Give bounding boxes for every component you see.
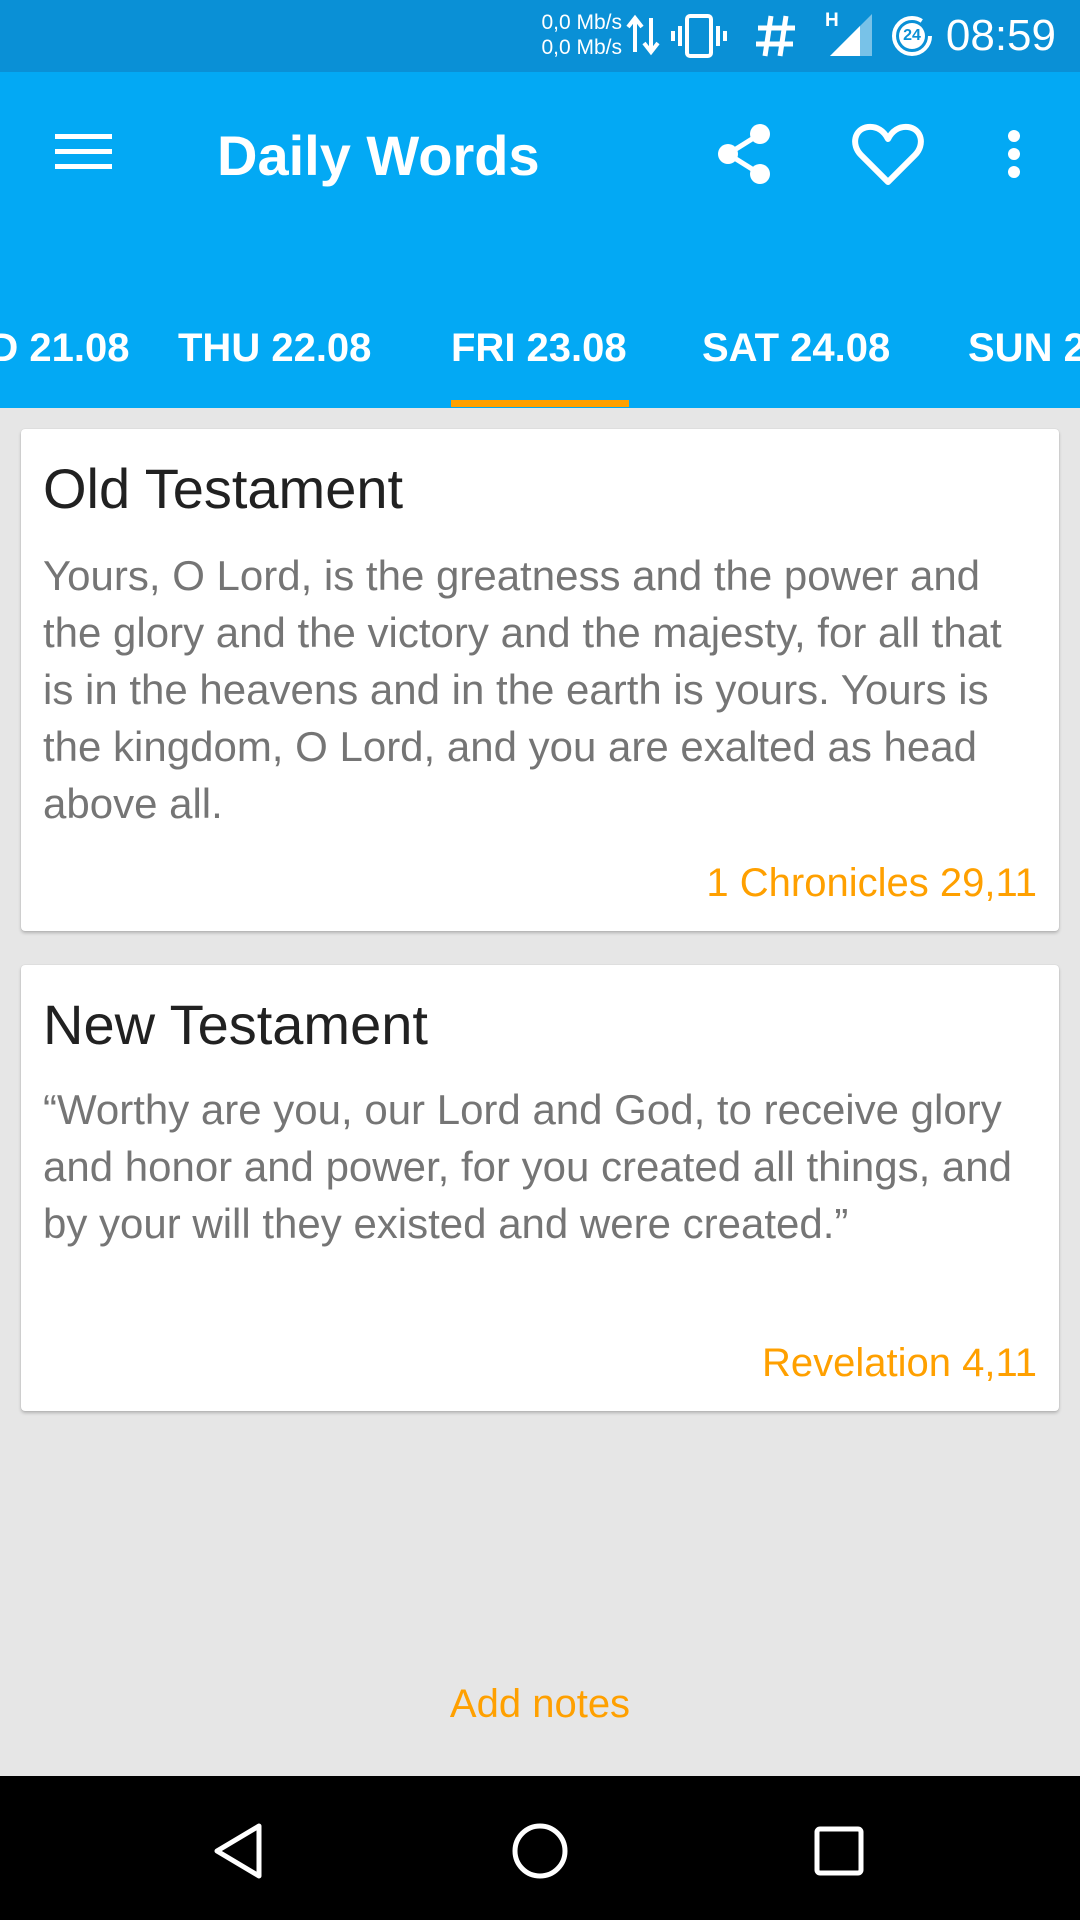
more-vert-icon [1008, 130, 1020, 178]
hashtag-icon [756, 15, 795, 57]
tab-sat[interactable]: SAT 24.08 [702, 298, 890, 408]
battery-badge: 24 [903, 27, 921, 44]
app-title: Daily Words [217, 124, 540, 187]
menu-button[interactable] [40, 112, 128, 192]
data-transfer-icon [626, 14, 660, 56]
tab-fri[interactable]: FRI 23.08 [451, 298, 627, 408]
verse-reference[interactable]: Revelation 4,11 [762, 1339, 1037, 1387]
verse-text: Yours, O Lord, is the greatness and the … [43, 552, 1002, 827]
app-bar: Daily Words WED 21.08 THU 22.08 FRI 23.0… [0, 72, 1080, 408]
back-button[interactable] [195, 1806, 285, 1896]
signal-icon [830, 14, 872, 56]
share-button[interactable] [702, 112, 786, 196]
favorite-button[interactable] [846, 112, 930, 196]
favorite-icon [852, 123, 924, 185]
date-tabs: WED 21.08 THU 22.08 FRI 23.08 SAT 24.08 … [0, 298, 1080, 408]
card-title: Old Testament [43, 457, 404, 520]
verse-reference[interactable]: 1 Chronicles 29,11 [706, 859, 1037, 907]
old-testament-card: Old Testament Yours, O Lord, is the grea… [21, 429, 1059, 931]
more-options-button[interactable] [972, 112, 1056, 196]
add-notes-container: Add notes [0, 1680, 1080, 1728]
home-icon [512, 1823, 568, 1879]
selected-tab-indicator [451, 400, 629, 407]
download-speed: 0,0 Mb/s [541, 36, 622, 59]
back-icon [214, 1823, 262, 1879]
navigation-bar [0, 1776, 1080, 1920]
tab-sun[interactable]: SUN 25.08 [968, 298, 1080, 408]
add-notes-button[interactable]: Add notes [450, 1682, 630, 1726]
home-button[interactable] [495, 1806, 585, 1896]
hamburger-menu-icon [55, 134, 112, 169]
upload-speed: 0,0 Mb/s [541, 11, 622, 34]
network-speed: 0,0 Mb/s 0,0 Mb/s [522, 10, 622, 60]
share-icon [718, 124, 770, 184]
battery-saver-icon: 24 [890, 14, 934, 58]
new-testament-card: New Testament “Worthy are you, our Lord … [21, 965, 1059, 1411]
status-time: 08:59 [945, 11, 1056, 60]
verse-text: “Worthy are you, our Lord and God, to re… [43, 1086, 1012, 1247]
recents-button[interactable] [795, 1806, 885, 1896]
status-bar: 0,0 Mb/s 0,0 Mb/s H 24 08:59 [0, 0, 1080, 72]
tab-wed[interactable]: WED 21.08 [0, 298, 130, 408]
tab-thu[interactable]: THU 22.08 [178, 298, 371, 408]
recents-icon [814, 1826, 864, 1876]
card-title: New Testament [43, 993, 428, 1056]
vibrate-icon [671, 14, 727, 58]
